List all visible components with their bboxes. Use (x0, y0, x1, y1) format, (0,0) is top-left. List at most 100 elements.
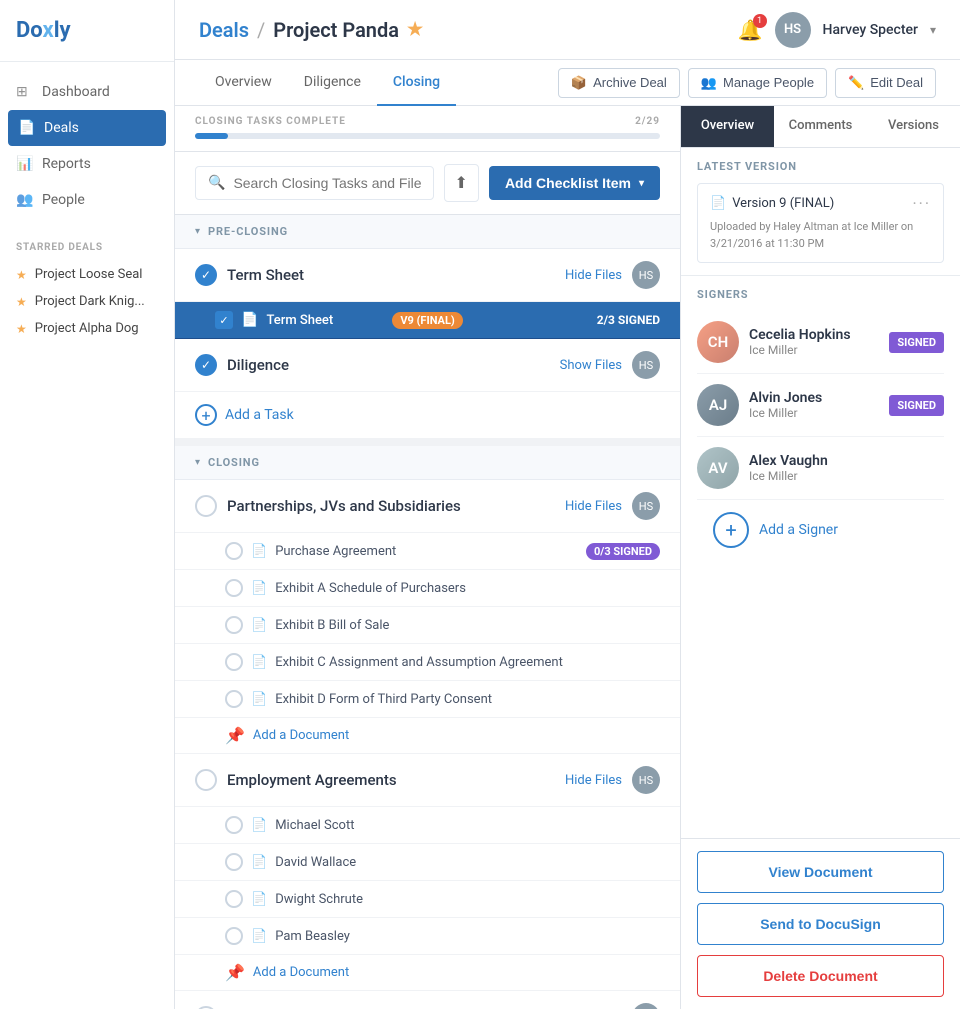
sub-check-emp-0[interactable] (225, 816, 243, 834)
archive-deal-button[interactable]: 📦 Archive Deal (558, 68, 680, 98)
add-doc-label-1[interactable]: Add a Document (253, 965, 349, 980)
chevron-down-icon[interactable]: ▾ (930, 23, 936, 37)
add-doc-icon-0: 📌 (225, 726, 245, 745)
right-tab-overview[interactable]: Overview (681, 106, 774, 147)
search-input[interactable] (233, 175, 420, 191)
sub-item-label-2: Exhibit B Bill of Sale (275, 618, 389, 633)
progress-count: 2/29 (635, 116, 660, 127)
starred-item-1[interactable]: ★ Project Dark Knig... (16, 288, 158, 315)
task-row-board: Board Consent Show Files HS (175, 991, 680, 1009)
hide-files-link-partnerships[interactable]: Hide Files (565, 499, 622, 514)
more-options-icon[interactable]: ··· (912, 194, 931, 213)
add-task-icon[interactable]: + (195, 404, 217, 426)
sub-item-label-emp-3: Pam Beasley (275, 929, 350, 944)
star-icon-2: ★ (16, 322, 27, 336)
sidebar-item-label: Deals (44, 120, 79, 136)
sub-doc-icon-2: 📄 (251, 618, 267, 633)
add-doc-label-0[interactable]: Add a Document (253, 728, 349, 743)
signer-info-0: Cecelia Hopkins Ice Miller (749, 327, 879, 357)
starred-item-0[interactable]: ★ Project Loose Seal (16, 261, 158, 288)
notification-bell[interactable]: 🔔 1 (738, 18, 763, 42)
sub-task-exhibit-d: 📄 Exhibit D Form of Third Party Consent (175, 681, 680, 718)
signed-badge-0: 0/3 SIGNED (586, 543, 660, 560)
content-area: CLOSING TASKS COMPLETE 2/29 🔍 ⬆ Add Chec… (175, 106, 960, 1009)
hide-files-link-employment[interactable]: Hide Files (565, 773, 622, 788)
add-checklist-button[interactable]: Add Checklist Item ▾ (489, 166, 660, 200)
signer-company-2: Ice Miller (749, 469, 944, 483)
add-doc-row-employment: 📌 Add a Document (175, 955, 680, 991)
sub-check-emp-2[interactable] (225, 890, 243, 908)
signer-name-1: Alvin Jones (749, 390, 879, 406)
sub-doc-icon-3: 📄 (251, 655, 267, 670)
sidebar-item-reports[interactable]: 📊 Reports (0, 146, 174, 182)
task-check-diligence[interactable]: ✓ (195, 354, 217, 376)
show-files-link-diligence[interactable]: Show Files (560, 358, 622, 373)
sub-check-3[interactable] (225, 653, 243, 671)
breadcrumb-parent[interactable]: Deals (199, 18, 249, 42)
signer-name-2: Alex Vaughn (749, 453, 944, 469)
sidebar-item-deals[interactable]: 📄 Deals (8, 110, 166, 146)
latest-version-title: LATEST VERSION (697, 160, 944, 173)
page-header: Deals / Project Panda ★ 🔔 1 HS Harvey Sp… (175, 0, 960, 60)
sub-check-4[interactable] (225, 690, 243, 708)
progress-section: CLOSING TASKS COMPLETE 2/29 (175, 106, 680, 152)
signer-row-2: AV Alex Vaughn Ice Miller (697, 437, 944, 500)
sidebar-item-people[interactable]: 👥 People (0, 182, 174, 218)
task-check-partnerships[interactable] (195, 495, 217, 517)
collapse-arrow-closing-icon: ▾ (195, 457, 200, 468)
sidebar-item-dashboard[interactable]: ⊞ Dashboard (0, 74, 174, 110)
right-tab-versions[interactable]: Versions (867, 106, 960, 147)
sub-check-2[interactable] (225, 616, 243, 634)
view-document-button[interactable]: View Document (697, 851, 944, 893)
file-row-term-sheet[interactable]: ✓ 📄 Term Sheet V9 (FINAL) 2/3 SIGNED (175, 302, 680, 339)
signer-avatar-2: AV (697, 447, 739, 489)
sidebar-item-label: People (42, 192, 85, 208)
caret-down-icon: ▾ (639, 178, 644, 189)
signer-info-1: Alvin Jones Ice Miller (749, 390, 879, 420)
sub-check-emp-1[interactable] (225, 853, 243, 871)
sub-check-0[interactable] (225, 542, 243, 560)
search-row: 🔍 ⬆ Add Checklist Item ▾ (175, 152, 680, 215)
starred-label: STARRED DEALS (16, 242, 158, 253)
starred-item-label-2: Project Alpha Dog (35, 321, 139, 336)
grid-icon: ⊞ (16, 84, 32, 100)
starred-item-2[interactable]: ★ Project Alpha Dog (16, 315, 158, 342)
task-check-completed[interactable]: ✓ (195, 264, 217, 286)
favorite-star-icon[interactable]: ★ (407, 19, 423, 40)
sub-check-1[interactable] (225, 579, 243, 597)
tab-closing[interactable]: Closing (377, 60, 456, 106)
signers-section: SIGNERS CH Cecelia Hopkins Ice Miller SI… (681, 276, 960, 572)
task-name-partnerships: Partnerships, JVs and Subsidiaries (227, 497, 555, 515)
sub-check-emp-3[interactable] (225, 927, 243, 945)
add-signer-row[interactable]: + Add a Signer (697, 500, 944, 560)
manage-people-button[interactable]: 👥 Manage People (688, 68, 827, 98)
add-task-label[interactable]: Add a Task (225, 407, 294, 423)
hide-files-link[interactable]: Hide Files (565, 268, 622, 283)
avatar-employment: HS (632, 766, 660, 794)
sub-task-pam: 📄 Pam Beasley (175, 918, 680, 955)
breadcrumb-current: Project Panda (273, 18, 399, 42)
sub-task-exhibit-c: 📄 Exhibit C Assignment and Assumption Ag… (175, 644, 680, 681)
sub-task-purchase-agreement: 📄 Purchase Agreement 0/3 SIGNED (175, 533, 680, 570)
tab-diligence[interactable]: Diligence (288, 60, 377, 106)
sub-doc-icon-emp-2: 📄 (251, 892, 267, 907)
tab-overview[interactable]: Overview (199, 60, 288, 106)
search-input-wrap[interactable]: 🔍 (195, 166, 434, 200)
send-docusign-button[interactable]: Send to DocuSign (697, 903, 944, 945)
right-tab-comments[interactable]: Comments (774, 106, 867, 147)
avatar: HS (775, 12, 811, 48)
latest-version-section: LATEST VERSION 📄 Version 9 (FINAL) ··· U… (681, 148, 960, 276)
version-meta: Uploaded by Haley Altman at Ice Miller o… (710, 219, 931, 252)
progress-bar-background (195, 133, 660, 139)
export-button[interactable]: ⬆ (444, 164, 479, 202)
edit-deal-button[interactable]: ✏️ Edit Deal (835, 68, 936, 98)
pre-closing-header[interactable]: ▾ PRE-CLOSING (175, 215, 680, 249)
sub-doc-icon-emp-1: 📄 (251, 855, 267, 870)
sub-item-label-emp-0: Michael Scott (275, 818, 354, 833)
sub-task-dwight: 📄 Dwight Schrute (175, 881, 680, 918)
delete-document-button[interactable]: Delete Document (697, 955, 944, 997)
closing-header[interactable]: ▾ CLOSING (175, 446, 680, 480)
manage-people-icon: 👥 (701, 75, 717, 91)
task-check-employment[interactable] (195, 769, 217, 791)
tabs-bar: Overview Diligence Closing 📦 Archive Dea… (175, 60, 960, 106)
